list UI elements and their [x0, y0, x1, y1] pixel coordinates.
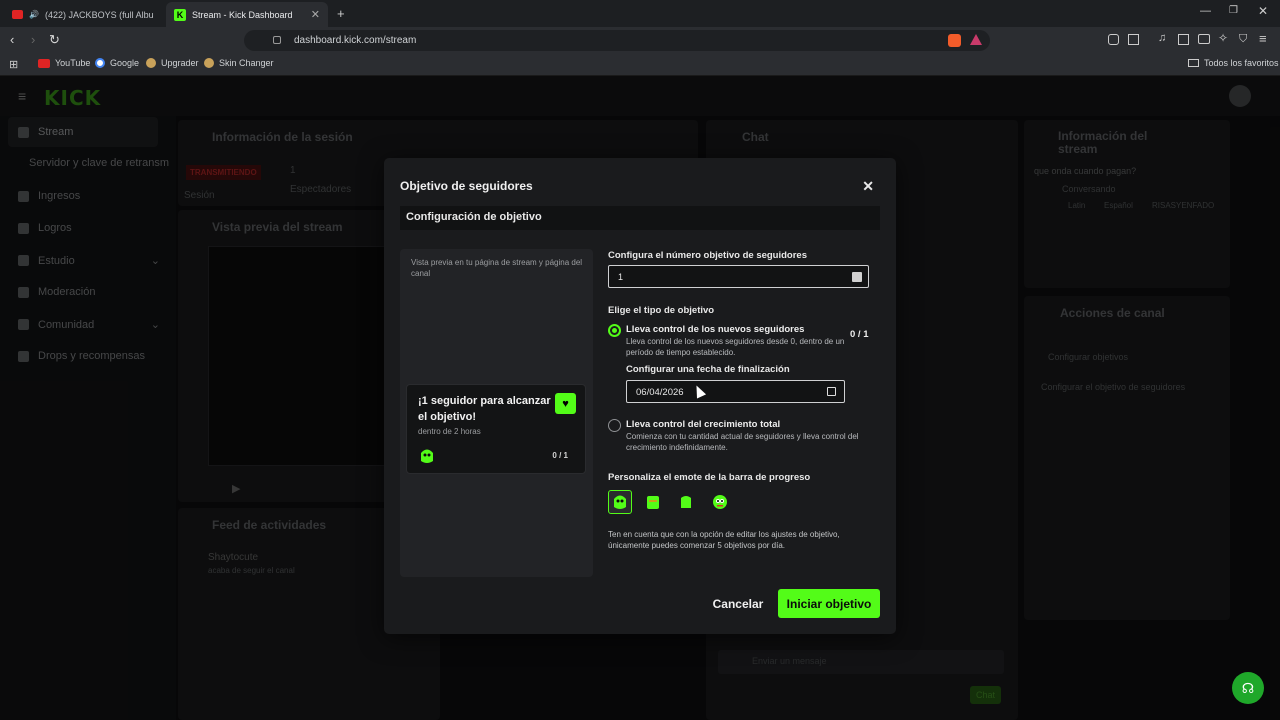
new-tab-icon[interactable]: + [337, 6, 345, 21]
stepper-icon[interactable] [852, 272, 862, 282]
url-field[interactable]: dashboard.kick.com/stream [244, 30, 990, 51]
media-icon[interactable]: ♫ [1158, 32, 1166, 44]
option-title: Lleva control del crecimiento total [626, 419, 781, 430]
radio-total-growth[interactable] [608, 419, 621, 432]
youtube-icon [38, 58, 50, 68]
goal-card-count: 0 / 1 [552, 451, 568, 460]
skin-changer-icon [204, 58, 214, 68]
emote-option-3[interactable] [674, 490, 698, 514]
cancel-button[interactable]: Cancelar [705, 590, 771, 617]
tab-title: Stream - Kick Dashboard [192, 9, 293, 20]
close-icon[interactable]: ✕ [311, 8, 320, 21]
bookmark-label: Google [110, 58, 140, 68]
option-description: Lleva control de los nuevos seguidores d… [626, 337, 845, 357]
all-bookmarks[interactable]: Todos los favoritos [1188, 58, 1279, 68]
followers-goal-modal: Objetivo de seguidores ✕ Configuración d… [384, 158, 896, 634]
blob-emote-icon [681, 496, 691, 508]
menu-icon[interactable]: ≡ [1259, 31, 1267, 46]
leo-icon[interactable]: ✧ [1218, 31, 1228, 45]
tab-kick[interactable]: K Stream - Kick Dashboard ✕ [166, 2, 328, 27]
bookmark-youtube[interactable]: YouTube [38, 58, 90, 68]
box-emote-icon [647, 496, 659, 509]
headset-icon: ☊ [1241, 679, 1255, 696]
bookmark-skin-changer[interactable]: Skin Changer [204, 58, 274, 68]
start-goal-label: Iniciar objetivo [786, 596, 872, 611]
youtube-icon [12, 10, 24, 19]
emote-option-2[interactable] [641, 490, 665, 514]
back-icon[interactable]: ‹ [10, 32, 14, 47]
radio-new-followers[interactable] [608, 324, 621, 337]
emote-option-4[interactable] [708, 490, 732, 514]
cancel-label: Cancelar [712, 596, 764, 611]
option-title: Lleva control de los nuevos seguidores [626, 324, 805, 335]
close-icon[interactable]: ✕ [862, 178, 874, 195]
kick-emote-icon [421, 449, 433, 463]
kick-emote-icon [614, 495, 626, 509]
upgrader-icon [146, 58, 156, 68]
bookmark-label: YouTube [55, 58, 91, 68]
start-goal-button[interactable]: Iniciar objetivo [778, 589, 880, 618]
site-info-icon[interactable] [273, 36, 281, 44]
target-value: 1 [618, 272, 624, 282]
speaker-icon[interactable]: 🔊 [29, 10, 39, 19]
target-label: Configura el número objetivo de seguidor… [608, 250, 807, 261]
minimize-icon[interactable]: — [1200, 5, 1211, 17]
kick-icon: K [174, 8, 186, 21]
url-text: dashboard.kick.com/stream [294, 35, 417, 46]
tab-youtube[interactable]: 🔊 (422) JACKBOYS (full Album) - Yo [4, 2, 162, 27]
calendar-icon[interactable] [827, 387, 836, 396]
emote-option-1[interactable] [608, 490, 632, 514]
section-title: Configuración de objetivo [406, 211, 542, 223]
folder-icon [1188, 59, 1199, 67]
limit-note: Ten en cuenta que con la opción de edita… [608, 530, 840, 550]
address-bar-row: ‹ › ↻ ⌑ dashboard.kick.com/stream ♫ ✧ ⛉ … [0, 27, 1280, 54]
apps-grid-icon[interactable]: ⊞ [9, 58, 18, 71]
tab-title: (422) JACKBOYS (full Album) - Yo [45, 9, 154, 20]
option-count: 0 / 1 [850, 329, 869, 340]
reload-icon[interactable]: ↻ [49, 32, 60, 48]
type-label: Elige el tipo de objetivo [608, 305, 715, 316]
goal-preview-card: ¡1 seguidor para alcanzar el objetivo! ♥… [406, 384, 586, 474]
emote-label: Personaliza el emote de la barra de prog… [608, 472, 811, 483]
end-date-input[interactable]: 06/04/2026 [626, 380, 845, 403]
preview-description: Vista previa en tu página de stream y pá… [411, 258, 583, 278]
section-header: Configuración de objetivo [400, 206, 880, 230]
bookmark-upgrader[interactable]: Upgrader [146, 58, 199, 68]
bookmarks-bar: ⊞ YouTube Google Upgrader Skin Changer T… [0, 54, 1280, 76]
sidebar-icon[interactable] [1178, 34, 1189, 45]
vpn-icon[interactable]: ⛉ [1239, 33, 1247, 46]
option-description: Comienza con tu cantidad actual de segui… [626, 432, 859, 452]
end-date-label: Configurar una fecha de finalización [626, 364, 790, 375]
goal-preview: Vista previa en tu página de stream y pá… [400, 249, 593, 577]
face-emote-icon [713, 495, 727, 509]
maximize-icon[interactable]: ❐ [1229, 5, 1238, 16]
extensions-icon[interactable] [1108, 34, 1119, 45]
bookmark-google[interactable]: Google [95, 58, 139, 68]
screenshot-icon[interactable] [1128, 34, 1139, 45]
forward-icon[interactable]: › [31, 32, 35, 47]
bookmark-label: Upgrader [161, 58, 199, 68]
wallet-icon[interactable] [1198, 34, 1210, 44]
goal-card-title: ¡1 seguidor para alcanzar el objetivo! [418, 395, 551, 423]
modal-title: Objetivo de seguidores [400, 179, 533, 193]
brave-rewards-icon[interactable] [970, 34, 982, 45]
end-date-value: 06/04/2026 [636, 387, 684, 398]
target-followers-input[interactable]: 1 [608, 265, 869, 288]
bookmark-label: Todos los favoritos [1204, 58, 1279, 68]
browser-tab-bar: 🔊 (422) JACKBOYS (full Album) - Yo K Str… [0, 0, 1280, 27]
heart-icon: ♥ [555, 393, 576, 414]
bookmark-label: Skin Changer [219, 58, 274, 68]
close-window-icon[interactable]: ✕ [1258, 4, 1268, 18]
brave-shield-icon[interactable] [948, 34, 961, 47]
goal-card-subtitle: dentro de 2 horas [418, 427, 481, 436]
help-chat-button[interactable]: ☊ [1232, 672, 1264, 704]
google-icon [95, 58, 105, 68]
